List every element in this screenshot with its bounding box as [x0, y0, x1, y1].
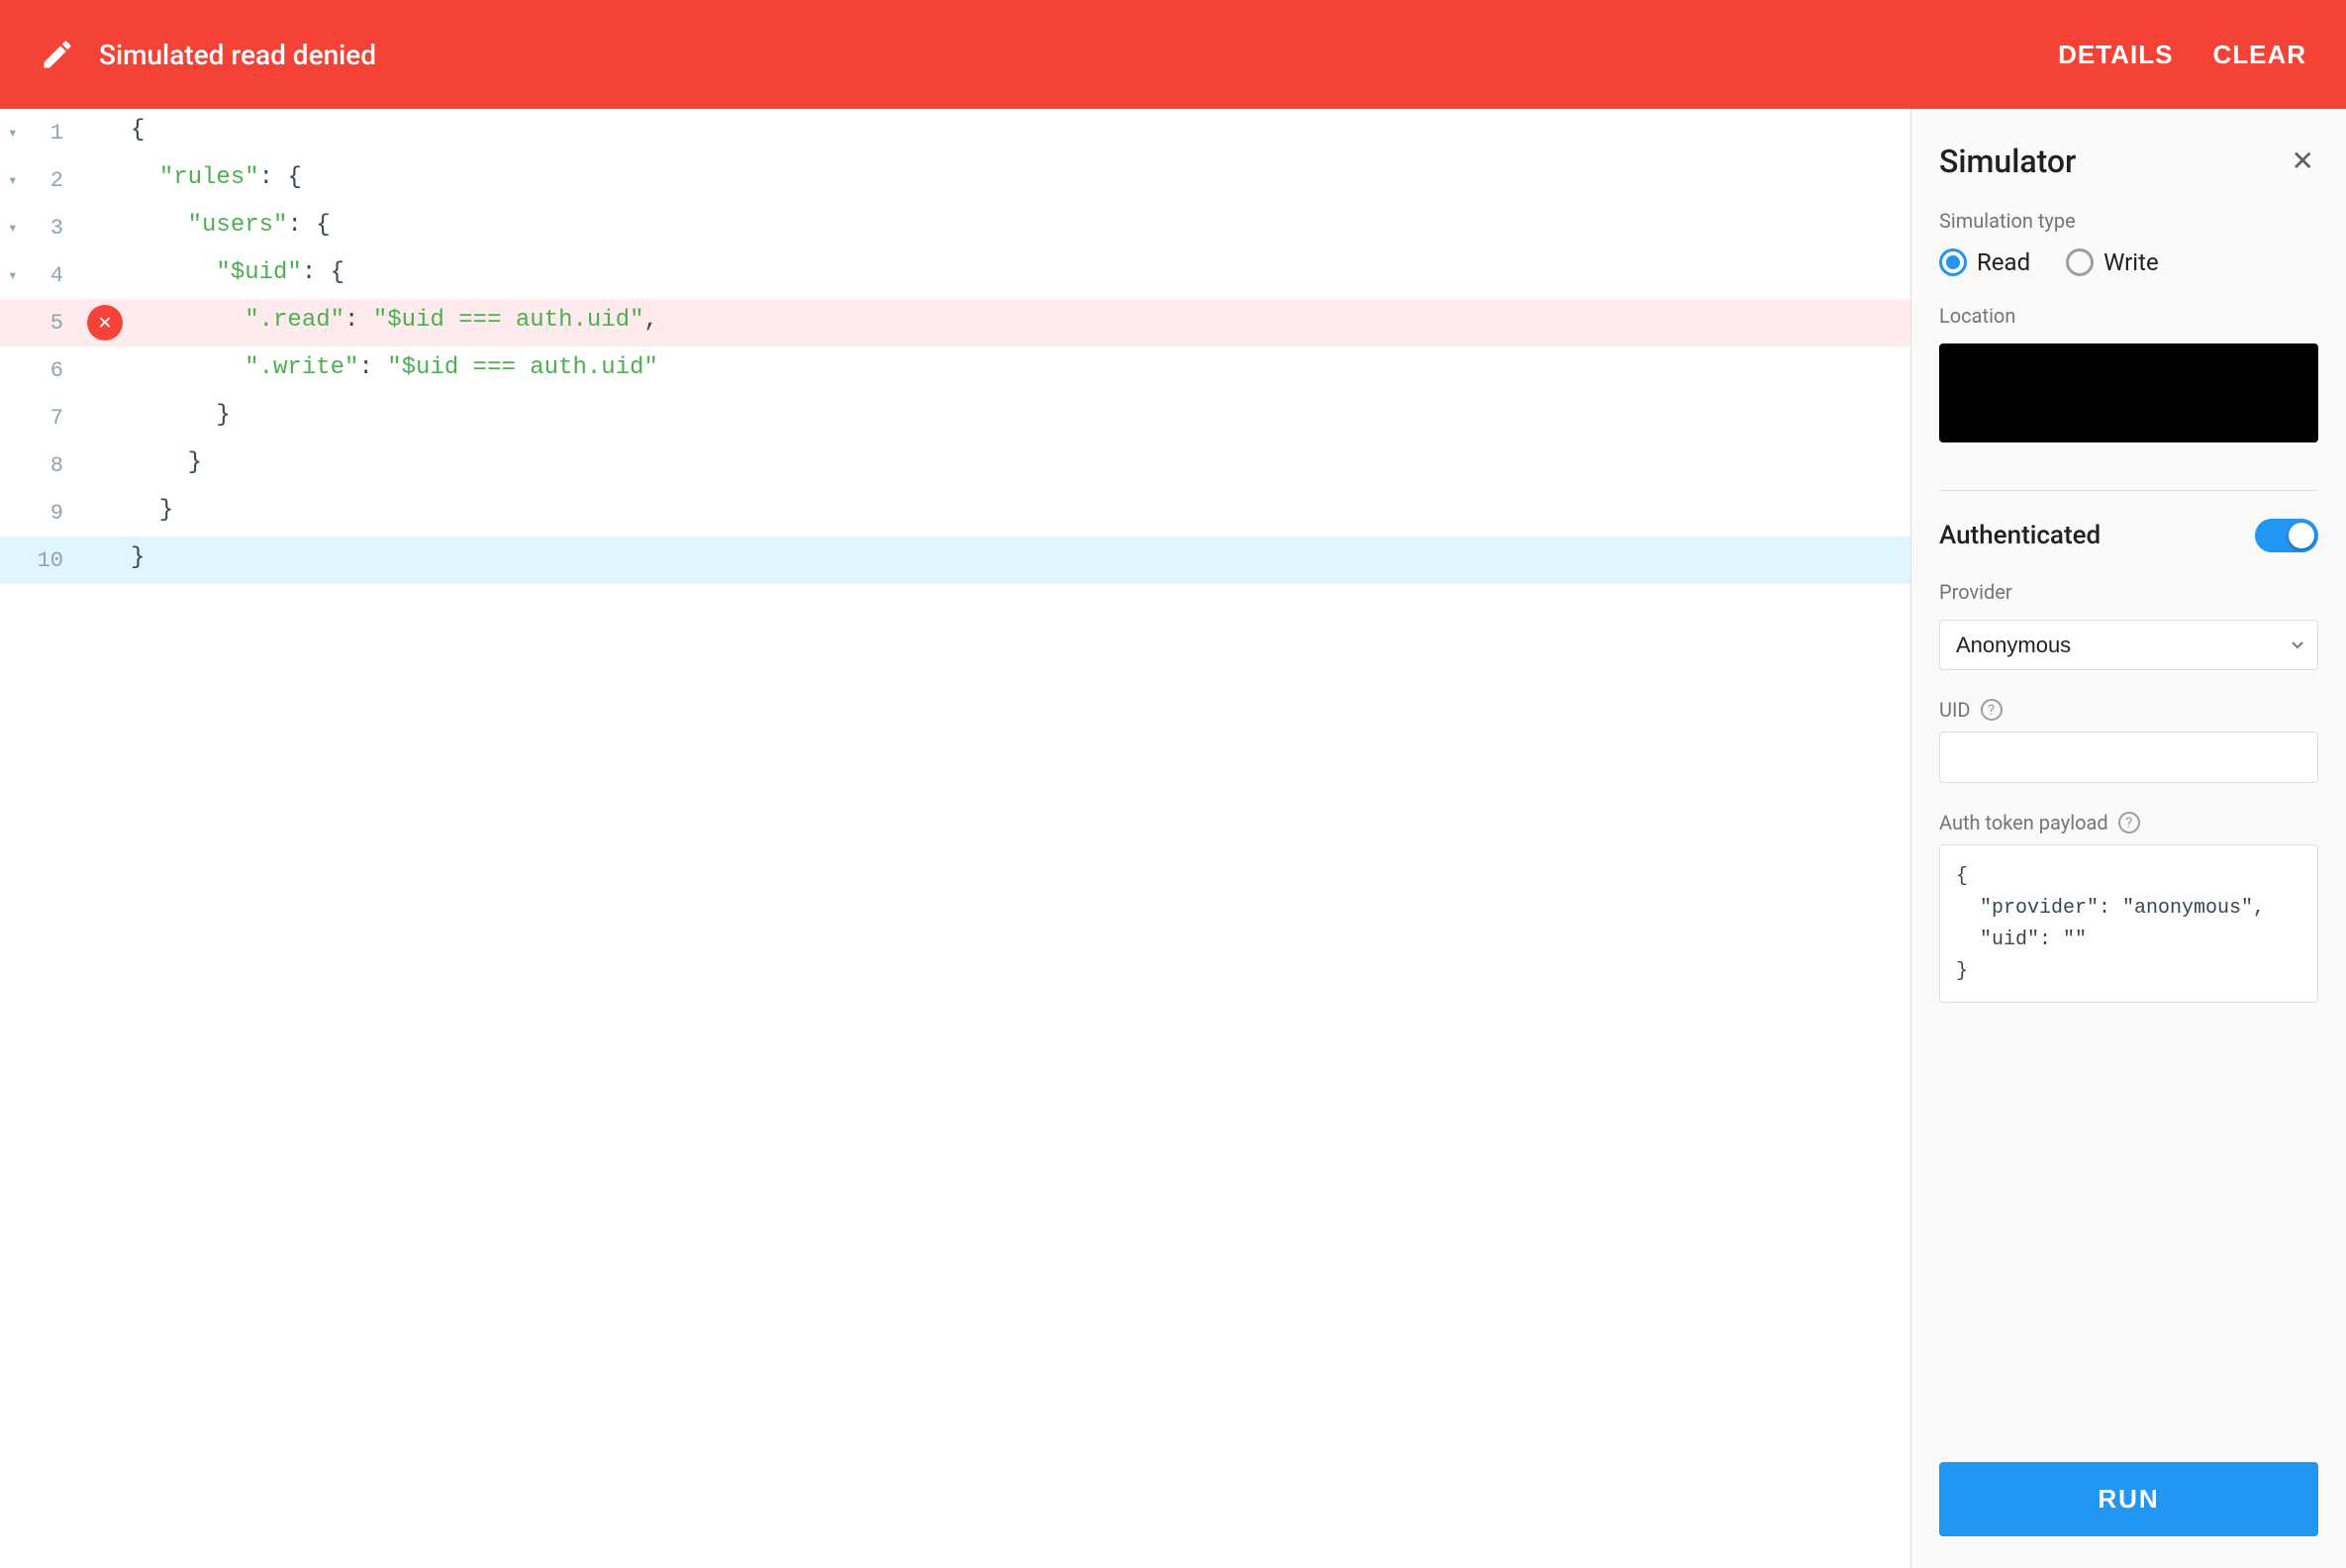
editor-panel: ▾ 1 { ▾ 2 "rules": { ▾ 3 — [0, 109, 1910, 1568]
line-number: 10 — [0, 537, 79, 584]
auth-token-label: Auth token payload — [1939, 811, 2108, 834]
code-line: ▾ 2 "rules": { — [0, 156, 1910, 204]
authenticated-toggle[interactable] — [2255, 519, 2318, 552]
radio-read-label: Read — [1977, 248, 2030, 276]
code-line: ▾ 1 { — [0, 109, 1910, 156]
arrow-icon: ▾ — [8, 170, 18, 190]
line-number: ▾ 3 — [0, 204, 79, 251]
code-line: ▾ 4 "$uid": { — [0, 251, 1910, 299]
radio-read-option[interactable]: Read — [1939, 248, 2030, 276]
code-area: ▾ 1 { ▾ 2 "rules": { ▾ 3 — [0, 109, 1910, 1568]
location-box[interactable] — [1939, 343, 2318, 442]
code-line: 6 ".write": "$uid === auth.uid" — [0, 346, 1910, 394]
error-icon: ✕ — [87, 305, 123, 341]
clear-button[interactable]: CLEAR — [2212, 40, 2306, 70]
line-number: 6 — [0, 346, 79, 394]
code-content: } — [131, 394, 231, 441]
location-label: Location — [1939, 304, 2318, 328]
close-button[interactable]: ✕ — [2288, 141, 2318, 181]
uid-row: UID ? — [1939, 698, 2318, 722]
code-line: 7 } — [0, 394, 1910, 441]
bar-actions: DETAILS CLEAR — [2058, 40, 2306, 70]
code-content: "$uid": { — [131, 251, 344, 299]
code-line-error: 5 ✕ ".read": "$uid === auth.uid", — [0, 299, 1910, 346]
authenticated-label: Authenticated — [1939, 521, 2101, 550]
auth-token-textarea[interactable]: { "provider": "anonymous", "uid": "" } — [1939, 844, 2318, 1003]
line-number: 7 — [0, 394, 79, 441]
notification-text: Simulated read denied — [99, 39, 2058, 71]
simulator-title: Simulator — [1939, 143, 2076, 180]
simulator-panel: Simulator ✕ Simulation type Read Write L… — [1910, 109, 2346, 1568]
code-line: ▾ 3 "users": { — [0, 204, 1910, 251]
simulation-type-label: Simulation type — [1939, 209, 2318, 233]
details-button[interactable]: DETAILS — [2058, 40, 2173, 70]
line-number: ▾ 2 — [0, 156, 79, 204]
run-button[interactable]: RUN — [1939, 1462, 2318, 1536]
simulator-header: Simulator ✕ — [1939, 141, 2318, 181]
provider-label: Provider — [1939, 580, 2318, 604]
uid-input[interactable] — [1939, 732, 2318, 783]
uid-label: UID — [1939, 698, 1971, 722]
radio-read-circle[interactable] — [1939, 248, 1967, 276]
code-content: } — [131, 537, 145, 584]
radio-write-circle[interactable] — [2066, 248, 2094, 276]
line-number: ▾ 1 — [0, 109, 79, 156]
pencil-icon — [40, 37, 75, 72]
code-line: 8 } — [0, 441, 1910, 489]
code-content: } — [131, 441, 202, 489]
arrow-icon: ▾ — [8, 265, 18, 285]
line-number: ▾ 4 — [0, 251, 79, 299]
code-content: { — [131, 109, 145, 156]
radio-write-label: Write — [2103, 248, 2159, 276]
auth-token-label-row: Auth token payload ? — [1939, 811, 2318, 834]
code-line: 9 } — [0, 489, 1910, 537]
arrow-icon: ▾ — [8, 123, 18, 143]
code-content: ".read": "$uid === auth.uid", — [131, 299, 658, 346]
separator — [1939, 490, 2318, 491]
arrow-icon: ▾ — [8, 218, 18, 238]
main-area: ▾ 1 { ▾ 2 "rules": { ▾ 3 — [0, 109, 2346, 1568]
notification-bar: Simulated read denied DETAILS CLEAR — [0, 0, 2346, 109]
line-number: 9 — [0, 489, 79, 537]
auth-token-help-icon[interactable]: ? — [2118, 812, 2140, 833]
line-number: 5 — [0, 299, 79, 346]
code-content: "rules": { — [131, 156, 302, 204]
provider-dropdown-container: Anonymous Email/Password Google Facebook… — [1939, 620, 2318, 670]
code-line-highlighted: 10 } — [0, 537, 1910, 584]
radio-write-option[interactable]: Write — [2066, 248, 2159, 276]
provider-dropdown[interactable]: Anonymous Email/Password Google Facebook… — [1939, 620, 2318, 670]
code-content: ".write": "$uid === auth.uid" — [131, 346, 658, 394]
code-content: "users": { — [131, 204, 331, 251]
authenticated-row: Authenticated — [1939, 519, 2318, 552]
code-content: } — [131, 489, 173, 537]
line-number: 8 — [0, 441, 79, 489]
uid-help-icon[interactable]: ? — [1981, 699, 2003, 721]
simulation-type-group: Read Write — [1939, 248, 2318, 276]
